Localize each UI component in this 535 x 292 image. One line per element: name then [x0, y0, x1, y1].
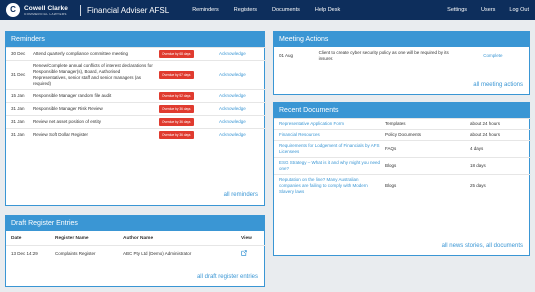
document-category: Policy Documents [383, 129, 468, 141]
acknowledge-button[interactable]: Acknowledge [219, 132, 246, 137]
column-header-author-name: Author Name [123, 236, 154, 241]
nav-help-desk[interactable]: Help Desk [315, 7, 340, 13]
reminder-row: 31 Dec Renew/Complete annual conflicts of… [6, 60, 266, 90]
reminder-text: Responsible Manager Risk Review [31, 102, 155, 116]
document-age: about 24 hours [468, 118, 531, 130]
reminder-date: 15 Jan [6, 89, 31, 103]
document-title-link[interactable]: Financial Resources [279, 132, 320, 137]
reminder-date: 30 Dec [6, 47, 31, 61]
external-link-icon[interactable] [241, 250, 247, 256]
reminder-text: Review Soft Dollar Register [31, 128, 155, 141]
column-header-view: View [241, 236, 252, 241]
document-category: Templates [383, 118, 468, 130]
overdue-badge: Overdue by 52 days [159, 92, 194, 100]
reminder-row: 31 Jan Review net asset position of entit… [6, 115, 266, 129]
draft-entries-table: Date Register Name Author Name View 13 D… [6, 231, 266, 261]
acknowledge-button[interactable]: Acknowledge [219, 93, 246, 98]
document-row: Reputation on the line? Many Australian … [274, 174, 531, 197]
document-age: 25 days [468, 174, 531, 197]
meeting-date: 01 Aug [279, 53, 294, 58]
app-title: Financial Adviser AFSL [86, 5, 170, 15]
meeting-actions-title: Meeting Actions [274, 32, 529, 47]
column-header-date: Date [11, 236, 22, 241]
logo[interactable]: C Cowell Clarke COMMERCIAL LAWYERS [6, 3, 68, 17]
brand-subtitle: COMMERCIAL LAWYERS [24, 11, 67, 16]
all-meeting-actions-link[interactable]: all meeting actions [473, 82, 523, 88]
brand-name: Cowell Clarke [24, 4, 68, 12]
all-documents-link[interactable]: all news stories, all documents [442, 243, 523, 249]
document-category: Blogs [383, 174, 468, 197]
all-reminders-link[interactable]: all reminders [224, 192, 258, 198]
document-category: Blogs [383, 157, 468, 175]
reminders-table: 30 Dec Attend quarterly compliance commit… [6, 47, 266, 141]
nav-users[interactable]: Users [481, 7, 495, 13]
acknowledge-button[interactable]: Acknowledge [219, 106, 246, 111]
reminder-date: 31 Jan [6, 128, 31, 141]
meeting-actions-panel: Meeting Actions 01 Aug Client to create … [273, 31, 530, 95]
reminder-text: Attend quarterly compliance committee me… [31, 47, 155, 61]
complete-button[interactable]: Complete [483, 53, 502, 58]
table-row: 01 Aug Client to create cyber security p… [274, 47, 529, 65]
document-age: 4 days [468, 140, 531, 158]
document-row: Representative Application Form Templates… [274, 118, 531, 130]
all-draft-entries-link[interactable]: all draft register entries [197, 274, 258, 280]
document-row: Requirements for Lodgement of Financials… [274, 140, 531, 158]
document-age: 18 days [468, 157, 531, 175]
acknowledge-button[interactable]: Acknowledge [219, 119, 246, 124]
acknowledge-button[interactable]: Acknowledge [219, 72, 246, 77]
draft-date: 13 Dec 14:29 [6, 245, 53, 261]
draft-entries-panel: Draft Register Entries Date Register Nam… [5, 215, 266, 287]
reminder-date: 31 Dec [6, 60, 31, 90]
logo-mark-icon: C [6, 3, 20, 17]
nav-documents[interactable]: Documents [272, 7, 300, 13]
meeting-actions-table: 01 Aug Client to create cyber security p… [274, 47, 529, 65]
document-row: Financial Resources Policy Documents about… [274, 129, 531, 141]
recent-documents-table: Representative Application Form Templates… [274, 118, 531, 197]
recent-documents-title: Recent Documents [274, 103, 529, 118]
reminder-row: 30 Dec Attend quarterly compliance commit… [6, 47, 266, 61]
overdue-badge: Overdue by 67 days [159, 71, 194, 79]
reminder-text: Review net asset position of entity [31, 115, 155, 129]
reminders-title: Reminders [6, 32, 264, 47]
document-title-link[interactable]: Requirements for Lodgement of Financials… [279, 143, 380, 154]
nav-settings[interactable]: Settings [447, 7, 467, 13]
reminders-panel: Reminders 30 Dec Attend quarterly complia… [5, 31, 266, 206]
draft-author-name: ABC Pty Ltd (Demo) Administrator [121, 245, 239, 261]
nav-registers[interactable]: Registers [234, 7, 257, 13]
document-row: ESG Strategy – What is it and why might … [274, 157, 531, 175]
column-header-register-name: Register Name [55, 236, 89, 241]
recent-documents-panel: Recent Documents Representative Applicat… [273, 102, 531, 256]
reminder-text: Responsible Manager random file audit [31, 89, 155, 103]
reminder-text: Renew/Complete annual conflicts of inter… [31, 60, 155, 90]
document-title-link[interactable]: Reputation on the line? Many Australian … [279, 177, 368, 194]
overdue-badge: Overdue by 36 days [159, 118, 194, 126]
reminder-row: 31 Jan Review Soft Dollar Register Overdue… [6, 128, 266, 141]
nav-reminders[interactable]: Reminders [192, 7, 219, 13]
overdue-badge: Overdue by 36 days [159, 105, 194, 113]
brand-divider [79, 4, 81, 16]
document-age: about 24 hours [468, 129, 531, 141]
top-navbar: C Cowell Clarke COMMERCIAL LAWYERS Finan… [0, 0, 535, 20]
meeting-action-text: Client to create cyber security policy a… [318, 50, 449, 61]
nav-log-out[interactable]: Log Out [509, 7, 529, 13]
overdue-badge: Overdue by 36 days [159, 131, 194, 139]
reminder-date: 31 Jan [6, 102, 31, 116]
overdue-badge: Overdue by 68 days [159, 50, 194, 58]
acknowledge-button[interactable]: Acknowledge [219, 51, 246, 56]
document-title-link[interactable]: ESG Strategy – What is it and why might … [279, 160, 380, 171]
draft-register-name: Complaints Register [53, 245, 121, 261]
reminder-row: 15 Jan Responsible Manager random file au… [6, 89, 266, 103]
draft-entries-title: Draft Register Entries [6, 216, 264, 231]
document-title-link[interactable]: Representative Application Form [279, 121, 344, 126]
table-row: 13 Dec 14:29 Complaints Register ABC Pty… [6, 245, 266, 261]
document-category: FAQs [383, 140, 468, 158]
reminder-row: 31 Jan Responsible Manager Risk Review Ove… [6, 102, 266, 116]
reminder-date: 31 Jan [6, 115, 31, 129]
